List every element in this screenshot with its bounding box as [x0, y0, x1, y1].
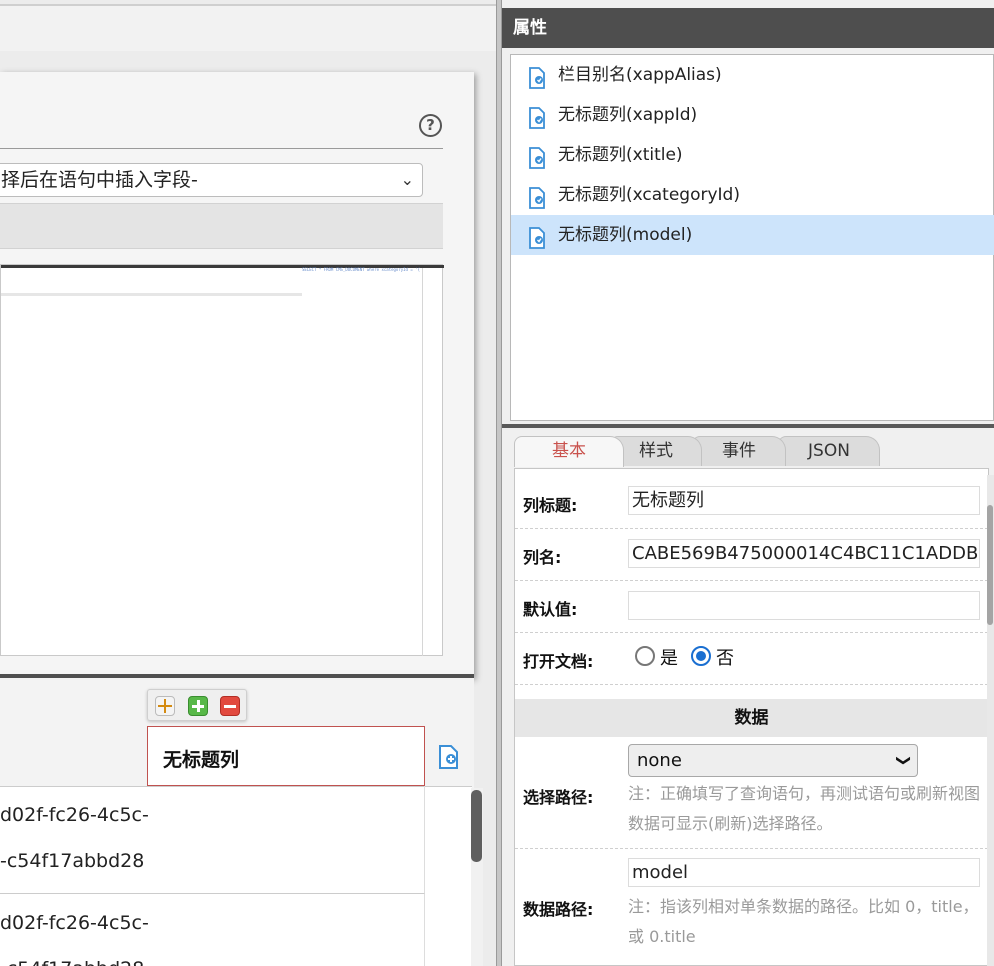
grid-scrollbar[interactable] [471, 788, 483, 966]
column-title-label: 列标题: [523, 496, 578, 515]
tab-json[interactable]: JSON [778, 436, 880, 466]
form-row-column-title: 列标题: 无标题列 [515, 475, 988, 529]
tree-item-label: 无标题列(xcategoryId) [558, 185, 740, 205]
property-tabs: JSON 事件 样式 基本 [510, 432, 994, 467]
editor-minimap: SELECT * FROM CMS_DOCUMENT where xcatego… [302, 267, 420, 272]
dialog-divider [0, 148, 443, 149]
insert-field-select-value: 择后在语句中插入字段- [1, 169, 198, 191]
editor-toolbar [0, 203, 443, 249]
open-doc-no-label: 否 [716, 648, 734, 669]
cell-text-line1: d02f-fc26-4c5c- [0, 912, 149, 934]
column-tree: 栏目别名(xappAlias) 无标题列(xappId) 无标题列(xtitle… [510, 54, 994, 421]
column-name-input[interactable]: CABE569B475000014C4BC11C1ADDB5 [628, 539, 980, 568]
column-title-input[interactable]: 无标题列 [628, 486, 980, 515]
column-field-icon [528, 144, 548, 169]
chevron-down-icon: ⌄ [400, 170, 414, 189]
column-name-label: 列名: [523, 548, 562, 567]
form-scrollbar[interactable] [987, 475, 994, 966]
select-path-dropdown[interactable]: none ❯ [628, 744, 918, 777]
tab-event[interactable]: 事件 [692, 436, 786, 466]
column-toolbar [147, 689, 247, 721]
tree-item-label: 栏目别名(xappAlias) [558, 65, 722, 85]
add-icon[interactable] [188, 696, 208, 716]
column-field-icon [528, 104, 548, 129]
move-icon[interactable] [155, 696, 175, 716]
help-icon[interactable]: ? [419, 114, 442, 137]
tree-item-xcategoryId[interactable]: 无标题列(xcategoryId) [511, 175, 994, 215]
tree-item-xappAlias[interactable]: 栏目别名(xappAlias) [511, 55, 994, 95]
basic-properties-form: 列标题: 无标题列 列名: CABE569B475000014C4BC11C1A… [514, 468, 989, 966]
editor-current-line [1, 293, 302, 296]
cell-text-line2: -c54f17abbd28 [0, 850, 145, 872]
grid-column-header[interactable]: 无标题列 [147, 726, 425, 786]
panel-divider[interactable] [502, 424, 994, 428]
add-column-icon[interactable] [438, 744, 460, 770]
default-value-input[interactable] [628, 591, 980, 620]
tree-item-label: 无标题列(xappId) [558, 105, 698, 125]
cell-text-line1: d02f-fc26-4c5c- [0, 804, 149, 826]
select-path-note: 注：正确填写了查询语句，再测试语句或刷新视图数据可显示(刷新)选择路径。 [628, 784, 981, 833]
tree-item-label: 无标题列(xtitle) [558, 145, 683, 165]
form-row-column-name: 列名: CABE569B475000014C4BC11C1ADDB5 [515, 529, 988, 581]
tree-item-model[interactable]: 无标题列(model) [511, 215, 994, 255]
data-path-note: 注：指该列相对单条数据的路径。比如 0，title，或 0.title [628, 897, 979, 946]
sql-editor[interactable]: SELECT * FROM CMS_DOCUMENT where xcatego… [0, 264, 444, 656]
form-row-default: 默认值: [515, 581, 988, 633]
column-field-icon [528, 224, 548, 249]
column-field-icon [528, 64, 548, 89]
tree-item-label: 无标题列(model) [558, 225, 693, 245]
chevron-down-icon: ❯ [895, 754, 912, 767]
select-path-label: 选择路径: [523, 788, 594, 807]
tab-basic[interactable]: 基本 [514, 436, 624, 467]
select-path-value: none [637, 750, 682, 771]
data-section-title: 数据 [515, 699, 988, 737]
grid-scrollbar-thumb[interactable] [471, 790, 482, 862]
open-doc-yes-label: 是 [660, 648, 678, 669]
column-field-icon [528, 184, 548, 209]
properties-title: 属性 [502, 8, 994, 48]
open-doc-label: 打开文档: [523, 652, 594, 671]
cell-text-line2: -c54f17abbd28 [0, 958, 144, 966]
designer-top-strip [0, 6, 497, 51]
editor-margin-line [422, 268, 423, 656]
tree-item-xtitle[interactable]: 无标题列(xtitle) [511, 135, 994, 175]
default-value-label: 默认值: [523, 600, 578, 619]
form-scrollbar-thumb[interactable] [987, 505, 993, 625]
data-path-input[interactable]: model [628, 858, 980, 887]
form-row-data-path: 数据路径: model 注：指该列相对单条数据的路径。比如 0，title，或 … [515, 849, 988, 966]
form-row-open-doc: 打开文档: 是 否 [515, 633, 988, 685]
grid-column-header-label: 无标题列 [163, 749, 240, 771]
open-doc-no-radio[interactable] [691, 646, 711, 666]
tree-item-xappId[interactable]: 无标题列(xappId) [511, 95, 994, 135]
open-doc-yes-radio[interactable] [635, 646, 655, 666]
data-path-label: 数据路径: [523, 900, 594, 919]
insert-field-select[interactable]: 择后在语句中插入字段- ⌄ [0, 163, 423, 197]
remove-icon[interactable] [220, 696, 240, 716]
table-row[interactable]: d02f-fc26-4c5c- -c54f17abbd28 [0, 786, 425, 894]
table-row[interactable]: d02f-fc26-4c5c- -c54f17abbd28 [0, 894, 425, 966]
